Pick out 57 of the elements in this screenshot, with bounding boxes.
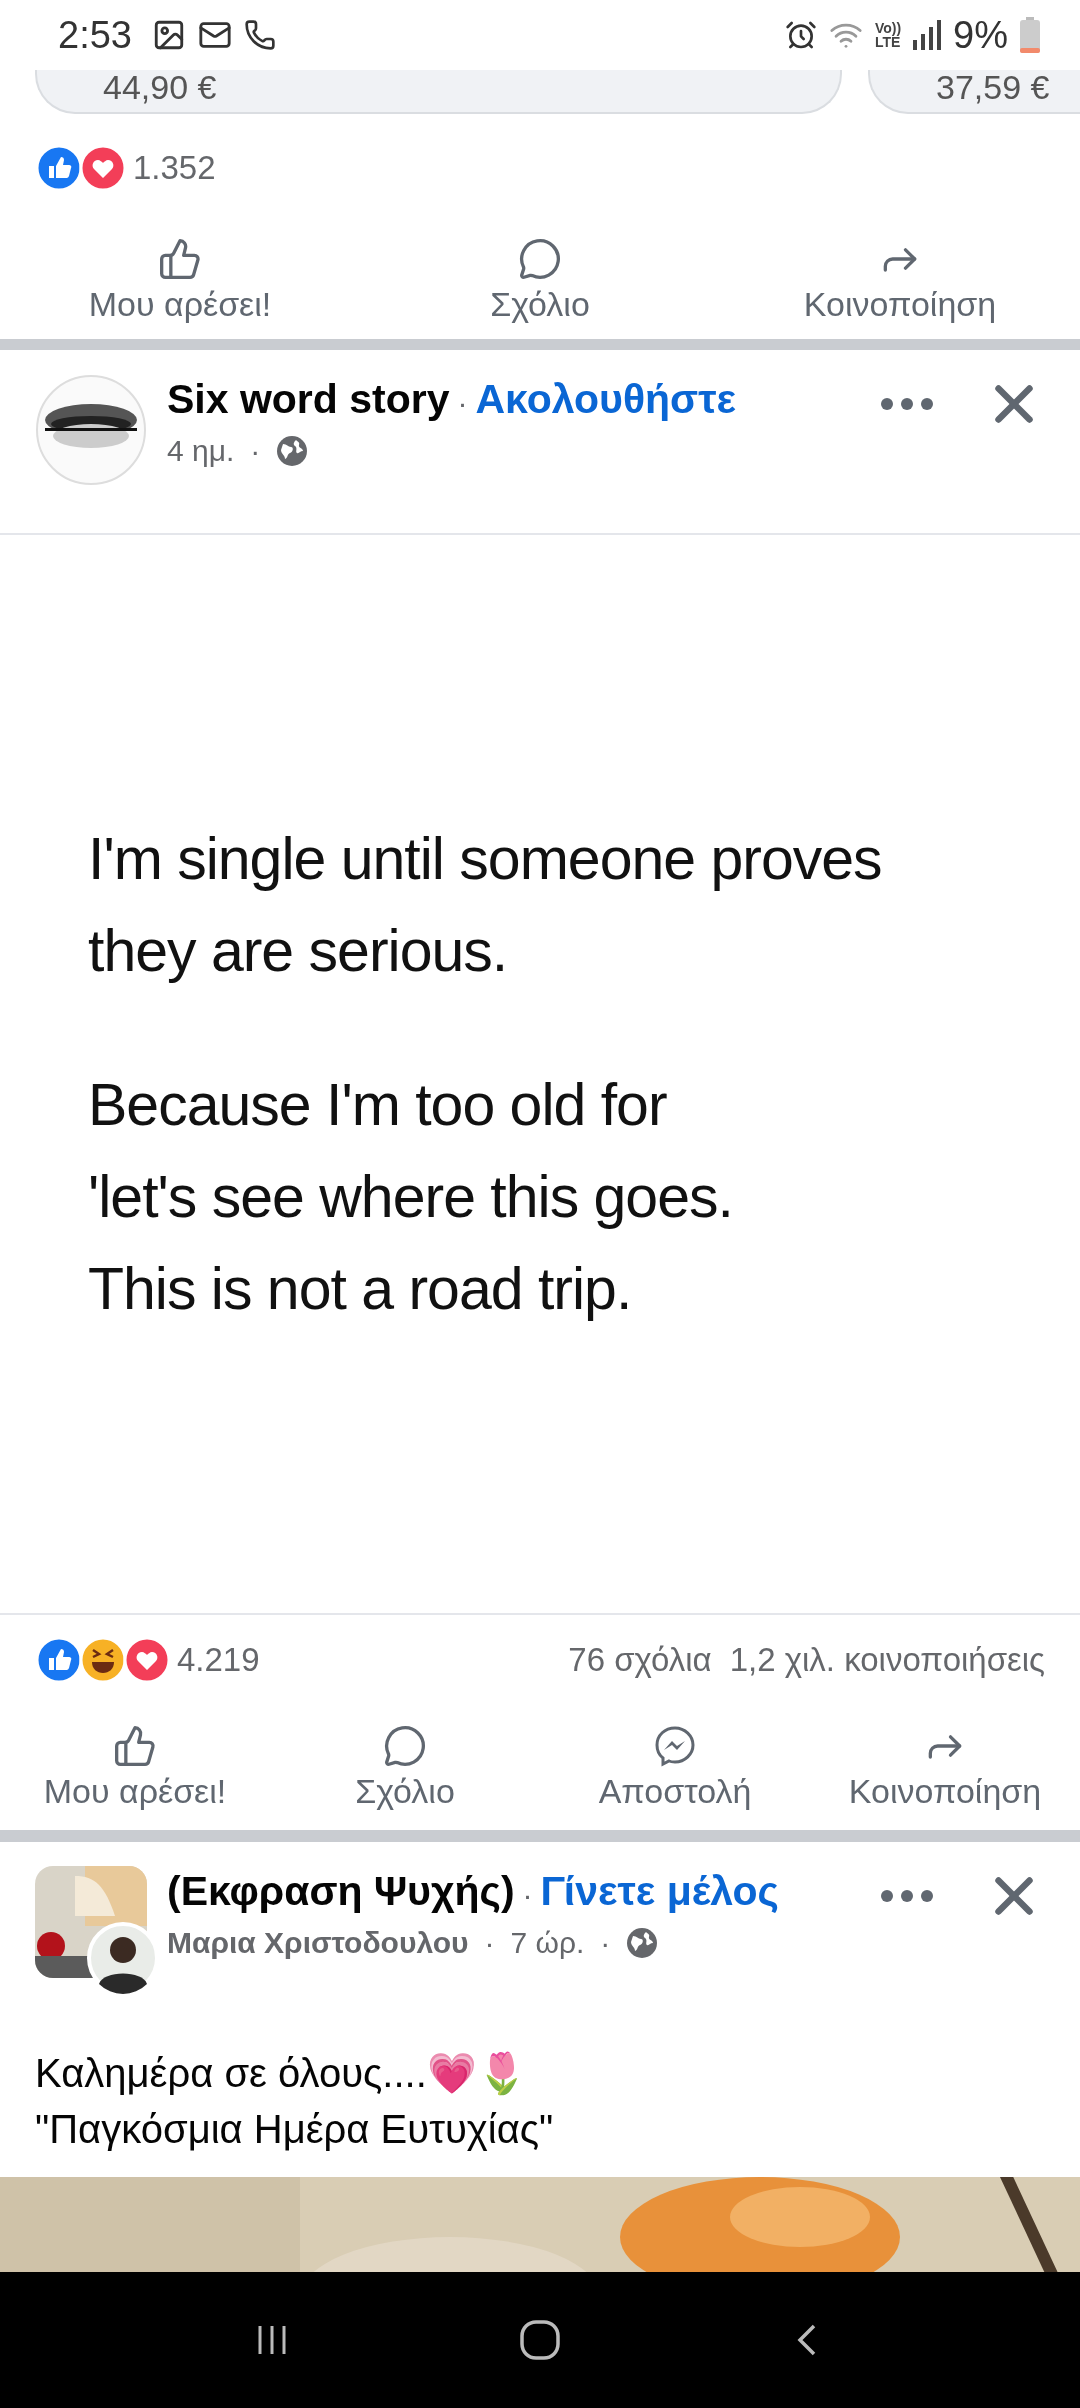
share-count[interactable]: 1,2 χιλ. κοινοποιήσεις: [729, 1641, 1045, 1679]
product-price: 44,90 €: [103, 70, 217, 104]
post-text: "Παγκόσμια Ημέρα Ευτυχίας": [35, 2106, 555, 2153]
image-text-line: This is not a road trip.: [88, 1255, 633, 1324]
globe-icon: [626, 1927, 659, 1959]
post-time: 7 ώρ.: [510, 1926, 585, 1960]
thumbs-up-icon: [113, 1724, 157, 1768]
product-card[interactable]: 37,59 €: [868, 70, 1080, 114]
image-text-line: 'let's see where this goes.: [88, 1163, 734, 1232]
battery-icon: [1020, 17, 1040, 53]
more-icon: [881, 1890, 933, 1902]
laughing-reaction-icon: [79, 1636, 127, 1684]
like-reaction-icon: [35, 1636, 83, 1684]
share-button[interactable]: Κοινοποίηση: [720, 231, 1080, 330]
image-text-line: they are serious.: [88, 917, 509, 986]
network-label: Vo)): [874, 21, 902, 35]
like-reaction-icon: [35, 144, 83, 192]
comment-button[interactable]: Σχόλιο: [270, 1718, 540, 1817]
heart-reaction-icon: [123, 1636, 171, 1684]
follow-link[interactable]: Ακολουθήστε: [475, 376, 736, 422]
page-name[interactable]: Six word story: [167, 376, 450, 422]
follow-link[interactable]: Γίνετε μέλος: [540, 1868, 779, 1914]
separator-dot: ·: [600, 1926, 611, 1960]
clock: 2:53: [58, 13, 132, 57]
like-button[interactable]: Μου αρέσει!: [0, 231, 360, 330]
phone-icon: [243, 19, 276, 51]
separator-dot: ·: [484, 1926, 495, 1960]
send-button[interactable]: Αποστολή: [540, 1718, 810, 1817]
heart-reaction-icon: [79, 144, 127, 192]
reaction-count[interactable]: 1.352: [133, 149, 216, 187]
separator-dot: ·: [250, 434, 261, 468]
like-button[interactable]: Μου αρέσει!: [0, 1718, 270, 1817]
separator-dot: ·: [522, 1878, 533, 1911]
battery-percent: 9%: [953, 13, 1008, 57]
product-price: 37,59 €: [936, 70, 1050, 104]
comment-count[interactable]: 76 σχόλια: [568, 1641, 712, 1679]
globe-icon: [276, 435, 309, 467]
post-text: Καλημέρα σε όλους....💗🌷: [35, 2050, 528, 2098]
page-name[interactable]: (Εκφραση Ψυχής): [167, 1868, 515, 1914]
image-text-line: I'm single until someone proves: [88, 825, 883, 894]
more-icon: [881, 398, 933, 410]
post-image[interactable]: I'm single until someone proves they are serious. Because I'm too old for 'let's see where this goes. This is not a road trip.: [0, 535, 1080, 1615]
comment-button[interactable]: Σχόλιο: [360, 231, 720, 330]
separator-dot: ·: [457, 386, 468, 419]
comment-icon: [383, 1724, 427, 1768]
reaction-count[interactable]: 4.219: [177, 1641, 260, 1679]
thumbs-up-icon: [158, 237, 202, 281]
signal-icon: [913, 20, 942, 50]
messenger-icon: [653, 1724, 697, 1768]
share-button[interactable]: Κοινοποίηση: [810, 1718, 1080, 1817]
network-label: LTE: [874, 35, 902, 49]
poster-name[interactable]: Μαρια Χριστοδουλου: [167, 1926, 469, 1960]
alarm-icon: [784, 19, 817, 51]
image-text-line: Because I'm too old for: [88, 1071, 668, 1140]
post-time: 4 ημ.: [167, 434, 235, 468]
comment-icon: [518, 237, 562, 281]
product-card[interactable]: 44,90 €: [35, 70, 842, 114]
